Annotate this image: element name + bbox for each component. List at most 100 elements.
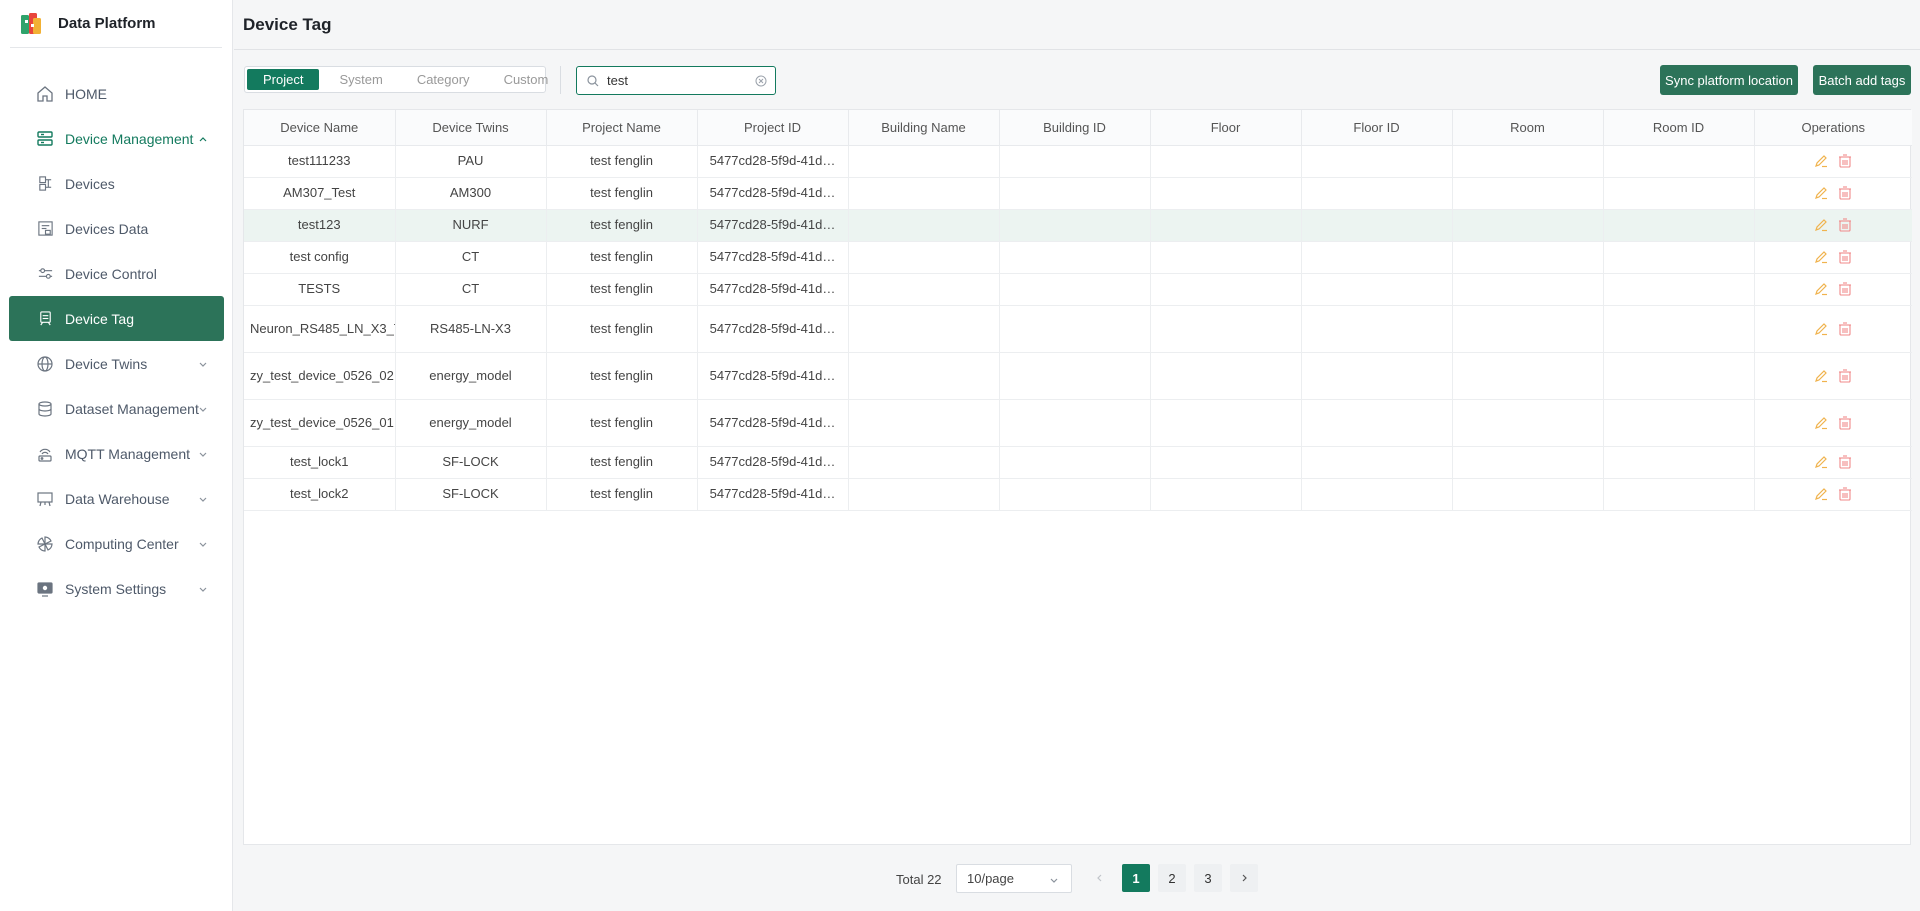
table-row[interactable]: test_lock1 SF-LOCK test fenglin 5477cd28-5f… bbox=[244, 446, 1912, 479]
table-row[interactable]: test123 NURF test fenglin 5477cd28-5f9d-41d… bbox=[244, 209, 1912, 242]
sidebar-item-mqtt-management[interactable]: MQTT Management bbox=[9, 431, 224, 476]
table-cell: test111233 bbox=[244, 145, 396, 178]
table-row[interactable]: TESTS CT test fenglin 5477cd28-5f9d-41d… bbox=[244, 273, 1912, 306]
delete-icon[interactable] bbox=[1838, 368, 1852, 383]
delete-icon[interactable] bbox=[1838, 218, 1852, 232]
edit-icon[interactable] bbox=[1814, 455, 1828, 469]
sidebar-item-data-warehouse[interactable]: Data Warehouse bbox=[9, 476, 224, 521]
table-cell: 5477cd28-5f9d-41d… bbox=[697, 209, 849, 242]
chevron-down-icon bbox=[199, 542, 207, 547]
table-cell bbox=[848, 446, 1000, 479]
column-header: Project Name bbox=[546, 110, 698, 146]
table-cell: test fenglin bbox=[546, 305, 698, 353]
sidebar-item-dataset-management[interactable]: Dataset Management bbox=[9, 386, 224, 431]
mqtt-icon bbox=[35, 444, 55, 464]
table-row[interactable]: test_lock2 SF-LOCK test fenglin 5477cd28-5f… bbox=[244, 478, 1912, 511]
table-cell: 5477cd28-5f9d-41d… bbox=[697, 145, 849, 178]
sidebar-item-label: System Settings bbox=[65, 580, 167, 597]
table-cell: test fenglin bbox=[546, 273, 698, 306]
table-row[interactable]: Neuron_RS485_LN_X3_TestRS485-LN-X3test f… bbox=[244, 305, 1912, 353]
column-header: Floor ID bbox=[1301, 110, 1453, 146]
page-size-select[interactable]: 10/page bbox=[956, 864, 1072, 893]
table-cell bbox=[1150, 399, 1302, 447]
operations-cell bbox=[1754, 241, 1912, 274]
edit-icon[interactable] bbox=[1814, 322, 1828, 336]
delete-icon[interactable] bbox=[1838, 487, 1852, 501]
operations-cell bbox=[1754, 478, 1912, 511]
delete-icon[interactable] bbox=[1838, 415, 1852, 430]
table-cell bbox=[848, 399, 1000, 447]
table-cell bbox=[1452, 177, 1604, 210]
sidebar-item-computing-center[interactable]: Computing Center bbox=[9, 521, 224, 566]
table-cell: SF-LOCK bbox=[395, 446, 547, 479]
operations-cell bbox=[1754, 145, 1912, 178]
table-row[interactable]: test config CT test fenglin 5477cd28-5f9d-4… bbox=[244, 241, 1912, 274]
table-cell bbox=[848, 209, 1000, 242]
table-cell bbox=[1301, 177, 1453, 210]
brand: Data Platform bbox=[10, 0, 222, 48]
table-cell: test fenglin bbox=[546, 446, 698, 479]
clear-icon[interactable] bbox=[755, 75, 767, 87]
table-row[interactable]: AM307_Test AM300 test fenglin 5477cd28-5f9d… bbox=[244, 177, 1912, 210]
sync-platform-location-button[interactable]: Sync platform location bbox=[1660, 65, 1798, 95]
delete-icon[interactable] bbox=[1838, 250, 1852, 264]
edit-icon[interactable] bbox=[1814, 186, 1828, 200]
table-cell: test fenglin bbox=[546, 478, 698, 511]
table-cell bbox=[1603, 177, 1755, 210]
column-header: Building ID bbox=[999, 110, 1151, 146]
table-cell bbox=[1150, 273, 1302, 306]
search-input[interactable] bbox=[607, 73, 747, 88]
table-cell bbox=[999, 305, 1151, 353]
tab-category[interactable]: Category bbox=[403, 69, 484, 90]
tab-project[interactable]: Project bbox=[247, 69, 320, 90]
sidebar-item-device-tag[interactable]: Device Tag bbox=[9, 296, 224, 341]
sidebar-item-device-control[interactable]: Device Control bbox=[9, 251, 224, 296]
delete-icon[interactable] bbox=[1838, 186, 1852, 200]
device-control-icon bbox=[35, 264, 55, 284]
sidebar-item-system-settings[interactable]: System Settings bbox=[9, 566, 224, 611]
table-cell bbox=[1150, 478, 1302, 511]
table-cell bbox=[848, 177, 1000, 210]
edit-icon[interactable] bbox=[1814, 218, 1828, 232]
table-cell: test fenglin bbox=[546, 177, 698, 210]
page-2-button[interactable]: 2 bbox=[1158, 864, 1186, 892]
table-header-row: Device Name Device Twins Project Name Proje… bbox=[244, 110, 1912, 146]
table-cell bbox=[1603, 446, 1755, 479]
batch-add-tags-button[interactable]: Batch add tags bbox=[1813, 65, 1911, 95]
edit-icon[interactable] bbox=[1814, 282, 1828, 296]
table-cell: test fenglin bbox=[546, 209, 698, 242]
delete-icon[interactable] bbox=[1838, 154, 1852, 168]
sidebar-item-devices-data[interactable]: Devices Data bbox=[9, 206, 224, 251]
edit-icon[interactable] bbox=[1814, 369, 1828, 383]
table-cell bbox=[1603, 305, 1755, 353]
next-page-button[interactable] bbox=[1230, 864, 1258, 892]
home-icon bbox=[35, 84, 55, 104]
delete-icon[interactable] bbox=[1838, 282, 1852, 296]
edit-icon[interactable] bbox=[1814, 416, 1828, 430]
edit-icon[interactable] bbox=[1814, 487, 1828, 501]
edit-icon[interactable] bbox=[1814, 250, 1828, 264]
table-row[interactable]: zy_test_device_0526_01 energy_model test f… bbox=[244, 399, 1912, 447]
page-1-button[interactable]: 1 bbox=[1122, 864, 1150, 892]
table-row[interactable]: test111233 PAU test fenglin 5477cd28-5f9d-4… bbox=[244, 145, 1912, 178]
sidebar-item-label: Device Tag bbox=[65, 310, 135, 327]
sidebar-item-home[interactable]: HOME bbox=[9, 71, 224, 116]
page-3-button[interactable]: 3 bbox=[1194, 864, 1222, 892]
table-row[interactable]: zy_test_device_0526_02 energy_model test f… bbox=[244, 352, 1912, 400]
row-actions bbox=[1761, 218, 1907, 232]
table-cell bbox=[1603, 209, 1755, 242]
delete-icon[interactable] bbox=[1838, 321, 1852, 336]
tab-custom[interactable]: Custom bbox=[490, 69, 563, 90]
prev-page-button[interactable] bbox=[1086, 864, 1114, 892]
sidebar-item-device-twins[interactable]: Device Twins bbox=[9, 341, 224, 386]
sidebar-item-devices[interactable]: Devices bbox=[9, 161, 224, 206]
table-cell bbox=[1301, 478, 1453, 511]
row-actions bbox=[1761, 282, 1907, 296]
delete-icon[interactable] bbox=[1838, 455, 1852, 469]
table-cell: 5477cd28-5f9d-41d… bbox=[697, 352, 849, 400]
operations-cell bbox=[1754, 273, 1912, 306]
sidebar-item-device-management[interactable]: Device Management bbox=[9, 116, 224, 161]
tab-system[interactable]: System bbox=[325, 69, 396, 90]
edit-icon[interactable] bbox=[1814, 154, 1828, 168]
search-box bbox=[576, 66, 776, 95]
